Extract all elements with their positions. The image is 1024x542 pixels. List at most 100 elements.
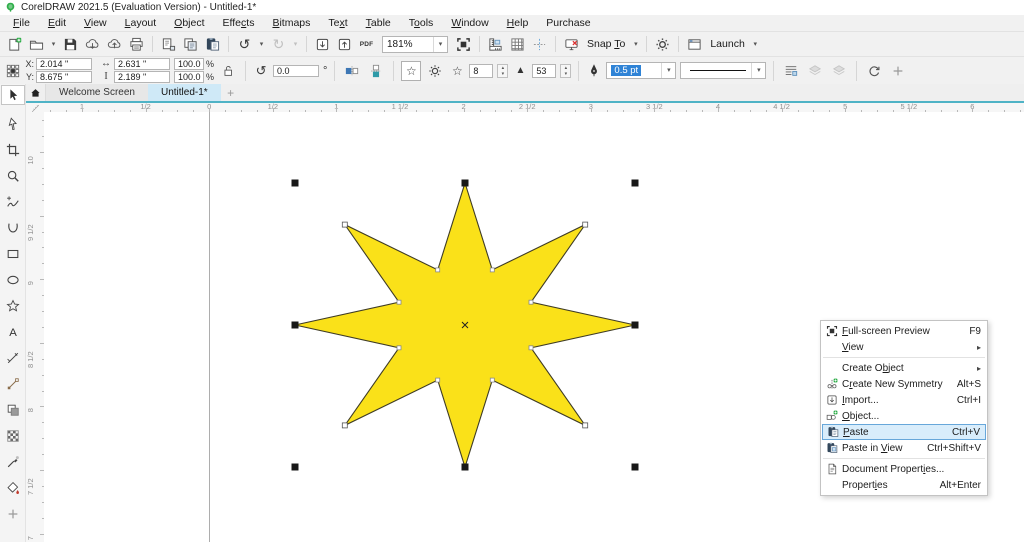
- rectangle-tool[interactable]: [1, 241, 25, 267]
- menu-window[interactable]: Window: [442, 15, 497, 31]
- save-button[interactable]: [60, 34, 81, 55]
- chevron-down-icon[interactable]: ▾: [751, 63, 765, 78]
- convert-to-curves-button[interactable]: [864, 61, 884, 81]
- to-front-button[interactable]: [805, 61, 825, 81]
- redo-button[interactable]: ↻: [268, 34, 289, 55]
- pen-tool[interactable]: [1, 371, 25, 397]
- points-spinner[interactable]: ▴ ▾: [497, 63, 509, 78]
- y-position-field[interactable]: 8.675 ": [36, 71, 92, 83]
- line-style-combobox[interactable]: ▾: [680, 62, 767, 79]
- pick-tool[interactable]: [0, 85, 25, 105]
- freehand-tool[interactable]: [1, 189, 25, 215]
- star-node[interactable]: [489, 377, 495, 383]
- transparency-tool[interactable]: [1, 423, 25, 449]
- launch-icon[interactable]: [684, 34, 705, 55]
- open-dropdown[interactable]: ▾: [48, 34, 59, 55]
- cloud-upload-button[interactable]: [104, 34, 125, 55]
- open-button[interactable]: [26, 34, 47, 55]
- dimension-tool[interactable]: [1, 345, 25, 371]
- star-node[interactable]: [341, 221, 348, 228]
- mirror-vertical-button[interactable]: [366, 61, 386, 81]
- object-height-field[interactable]: 2.189 ": [114, 71, 170, 83]
- paste-button[interactable]: [202, 34, 223, 55]
- context-menu-item-full-screen-preview[interactable]: Full-screen Preview F9: [822, 323, 986, 339]
- star-node[interactable]: [341, 422, 348, 429]
- menu-file[interactable]: File: [4, 15, 39, 31]
- context-menu-item-document-properties[interactable]: Document Properties...: [822, 461, 986, 477]
- snap-to-label[interactable]: Snap To: [583, 38, 629, 50]
- context-menu-item-paste[interactable]: Paste Ctrl+V: [822, 424, 986, 440]
- publish-pdf-button[interactable]: PDF: [356, 34, 377, 55]
- menu-tools[interactable]: Tools: [400, 15, 443, 31]
- home-tab-button[interactable]: [26, 84, 45, 101]
- outline-width-combobox[interactable]: 0.5 pt ▾: [606, 62, 677, 79]
- show-grid-button[interactable]: [507, 34, 528, 55]
- new-document-button[interactable]: [4, 34, 25, 55]
- context-menu-item-paste-in-view[interactable]: Paste in View Ctrl+Shift+V: [822, 440, 986, 456]
- scale-v-field[interactable]: 100.0: [174, 71, 204, 83]
- menu-table[interactable]: Table: [357, 15, 400, 31]
- selection-handle[interactable]: [631, 321, 639, 329]
- snapping-toggle-button[interactable]: [561, 34, 582, 55]
- menu-layout[interactable]: Layout: [116, 15, 166, 31]
- context-menu-item-object[interactable]: Object...: [822, 408, 986, 424]
- selection-handle[interactable]: [291, 179, 299, 187]
- menu-purchase[interactable]: Purchase: [537, 15, 599, 31]
- sharpness-spinner[interactable]: ▴ ▾: [560, 63, 572, 78]
- sharpness-field[interactable]: 53: [532, 63, 557, 78]
- context-menu-item-create-new-symmetry[interactable]: Create New Symmetry Alt+S: [822, 376, 986, 392]
- chevron-down-icon[interactable]: ▾: [661, 63, 675, 78]
- print-button[interactable]: [126, 34, 147, 55]
- selection-handle[interactable]: [291, 463, 299, 471]
- import-button[interactable]: [312, 34, 333, 55]
- star-node[interactable]: [396, 345, 402, 351]
- smart-fill-tool[interactable]: [1, 475, 25, 501]
- tab-welcome-screen[interactable]: Welcome Screen: [45, 84, 148, 101]
- cloud-download-button[interactable]: [82, 34, 103, 55]
- zoom-tool[interactable]: [1, 163, 25, 189]
- menu-effects[interactable]: Effects: [214, 15, 264, 31]
- object-width-field[interactable]: 2.631 ": [114, 58, 170, 70]
- selection-handle[interactable]: [631, 463, 639, 471]
- options-button[interactable]: [652, 34, 673, 55]
- drop-shadow-tool[interactable]: [1, 397, 25, 423]
- horizontal-ruler[interactable]: 1 1/2 0 1/2 1 1 1/2 2 2 1/2 3 3 1/2 4 4 1/2 5 5 1/2 6: [44, 102, 1024, 112]
- menu-text[interactable]: Text: [319, 15, 356, 31]
- eyedropper-tool[interactable]: [1, 449, 25, 475]
- undo-button[interactable]: ↺: [234, 34, 255, 55]
- chevron-down-icon[interactable]: ▾: [433, 36, 447, 52]
- cut-button[interactable]: [158, 34, 179, 55]
- scale-h-field[interactable]: 100.0: [174, 58, 204, 70]
- customize-toolbox[interactable]: [1, 501, 25, 527]
- show-guidelines-button[interactable]: [529, 34, 550, 55]
- full-screen-preview-button[interactable]: [453, 34, 474, 55]
- export-button[interactable]: [334, 34, 355, 55]
- x-position-field[interactable]: 2.014 ": [36, 58, 92, 70]
- star-node[interactable]: [582, 422, 589, 429]
- ellipse-tool[interactable]: [1, 267, 25, 293]
- show-rulers-button[interactable]: [485, 34, 506, 55]
- snap-to-dropdown[interactable]: ▾: [630, 34, 641, 55]
- lock-ratio-button[interactable]: [218, 61, 238, 81]
- polygon-tool[interactable]: [1, 293, 25, 319]
- launch-dropdown[interactable]: ▾: [750, 34, 761, 55]
- selection-handle[interactable]: [461, 463, 469, 471]
- context-menu-item-properties[interactable]: Properties Alt+Enter: [822, 477, 986, 493]
- crop-tool[interactable]: [1, 137, 25, 163]
- selection-handle[interactable]: [461, 179, 469, 187]
- complex-star-button[interactable]: [425, 61, 445, 81]
- star-button[interactable]: ☆: [401, 60, 422, 81]
- context-menu-item-import[interactable]: Import... Ctrl+I: [822, 392, 986, 408]
- star-node[interactable]: [396, 299, 402, 305]
- menu-edit[interactable]: Edit: [39, 15, 75, 31]
- propbar-customize-plus[interactable]: [888, 61, 908, 81]
- wrap-text-button[interactable]: [781, 61, 801, 81]
- context-menu-item-create-object[interactable]: Create Object ▸: [822, 360, 986, 376]
- star-node[interactable]: [435, 377, 441, 383]
- copy-button[interactable]: [180, 34, 201, 55]
- context-menu-item-view[interactable]: View ▸: [822, 339, 986, 355]
- curve-tool[interactable]: [1, 215, 25, 241]
- menu-bitmaps[interactable]: Bitmaps: [263, 15, 319, 31]
- rotation-angle-field[interactable]: 0.0: [273, 64, 320, 77]
- points-field[interactable]: 8: [469, 63, 494, 78]
